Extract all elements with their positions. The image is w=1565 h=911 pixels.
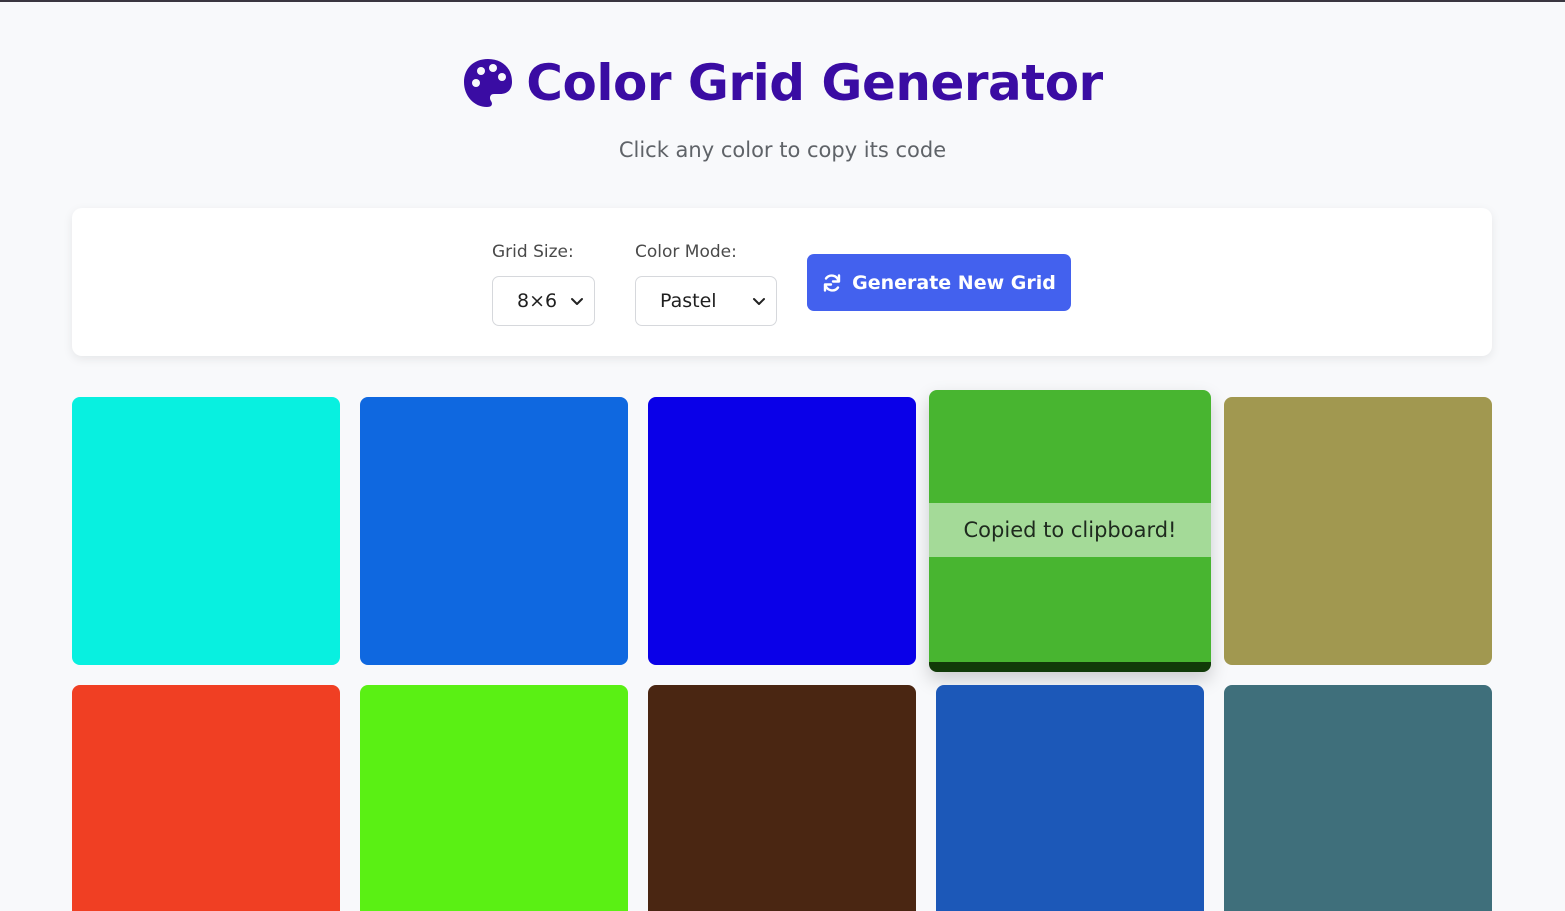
generate-grid-label: Generate New Grid bbox=[852, 271, 1056, 294]
refresh-icon bbox=[822, 273, 842, 293]
color-mode-label: Color Mode: bbox=[635, 242, 737, 262]
color-swatch[interactable] bbox=[648, 685, 916, 911]
copied-toast: Copied to clipboard! bbox=[929, 503, 1211, 557]
color-swatch[interactable] bbox=[936, 685, 1204, 911]
page-title: Color Grid Generator bbox=[462, 52, 1103, 114]
color-swatch[interactable] bbox=[360, 397, 628, 665]
controls-panel: Grid Size: 8×6 Color Mode: Pastel Genera… bbox=[72, 208, 1492, 356]
page-header: Color Grid Generator Click any color to … bbox=[0, 52, 1565, 162]
color-swatch[interactable] bbox=[1224, 685, 1492, 911]
page-title-text: Color Grid Generator bbox=[526, 54, 1103, 112]
color-mode-select[interactable]: Pastel bbox=[635, 276, 777, 326]
grid-size-select[interactable]: 8×6 bbox=[492, 276, 595, 326]
chevron-down-icon bbox=[752, 294, 766, 308]
grid-size-group: Grid Size: 8×6 bbox=[492, 241, 595, 326]
top-border bbox=[0, 0, 1565, 2]
palette-icon bbox=[462, 57, 514, 109]
color-swatch[interactable] bbox=[72, 685, 340, 911]
color-mode-value: Pastel bbox=[660, 290, 717, 312]
generate-grid-button[interactable]: Generate New Grid bbox=[807, 254, 1071, 311]
color-swatch[interactable] bbox=[648, 397, 916, 665]
page-subtitle: Click any color to copy its code bbox=[618, 138, 947, 162]
color-swatch[interactable] bbox=[72, 397, 340, 665]
color-swatch-copied[interactable]: Copied to clipboard! bbox=[929, 390, 1211, 672]
color-mode-group: Color Mode: Pastel bbox=[635, 241, 777, 326]
grid-size-value: 8×6 bbox=[517, 290, 558, 312]
color-swatch[interactable] bbox=[1224, 397, 1492, 665]
color-swatch[interactable] bbox=[360, 685, 628, 911]
grid-size-label: Grid Size: bbox=[492, 242, 574, 262]
chevron-down-icon bbox=[570, 294, 584, 308]
